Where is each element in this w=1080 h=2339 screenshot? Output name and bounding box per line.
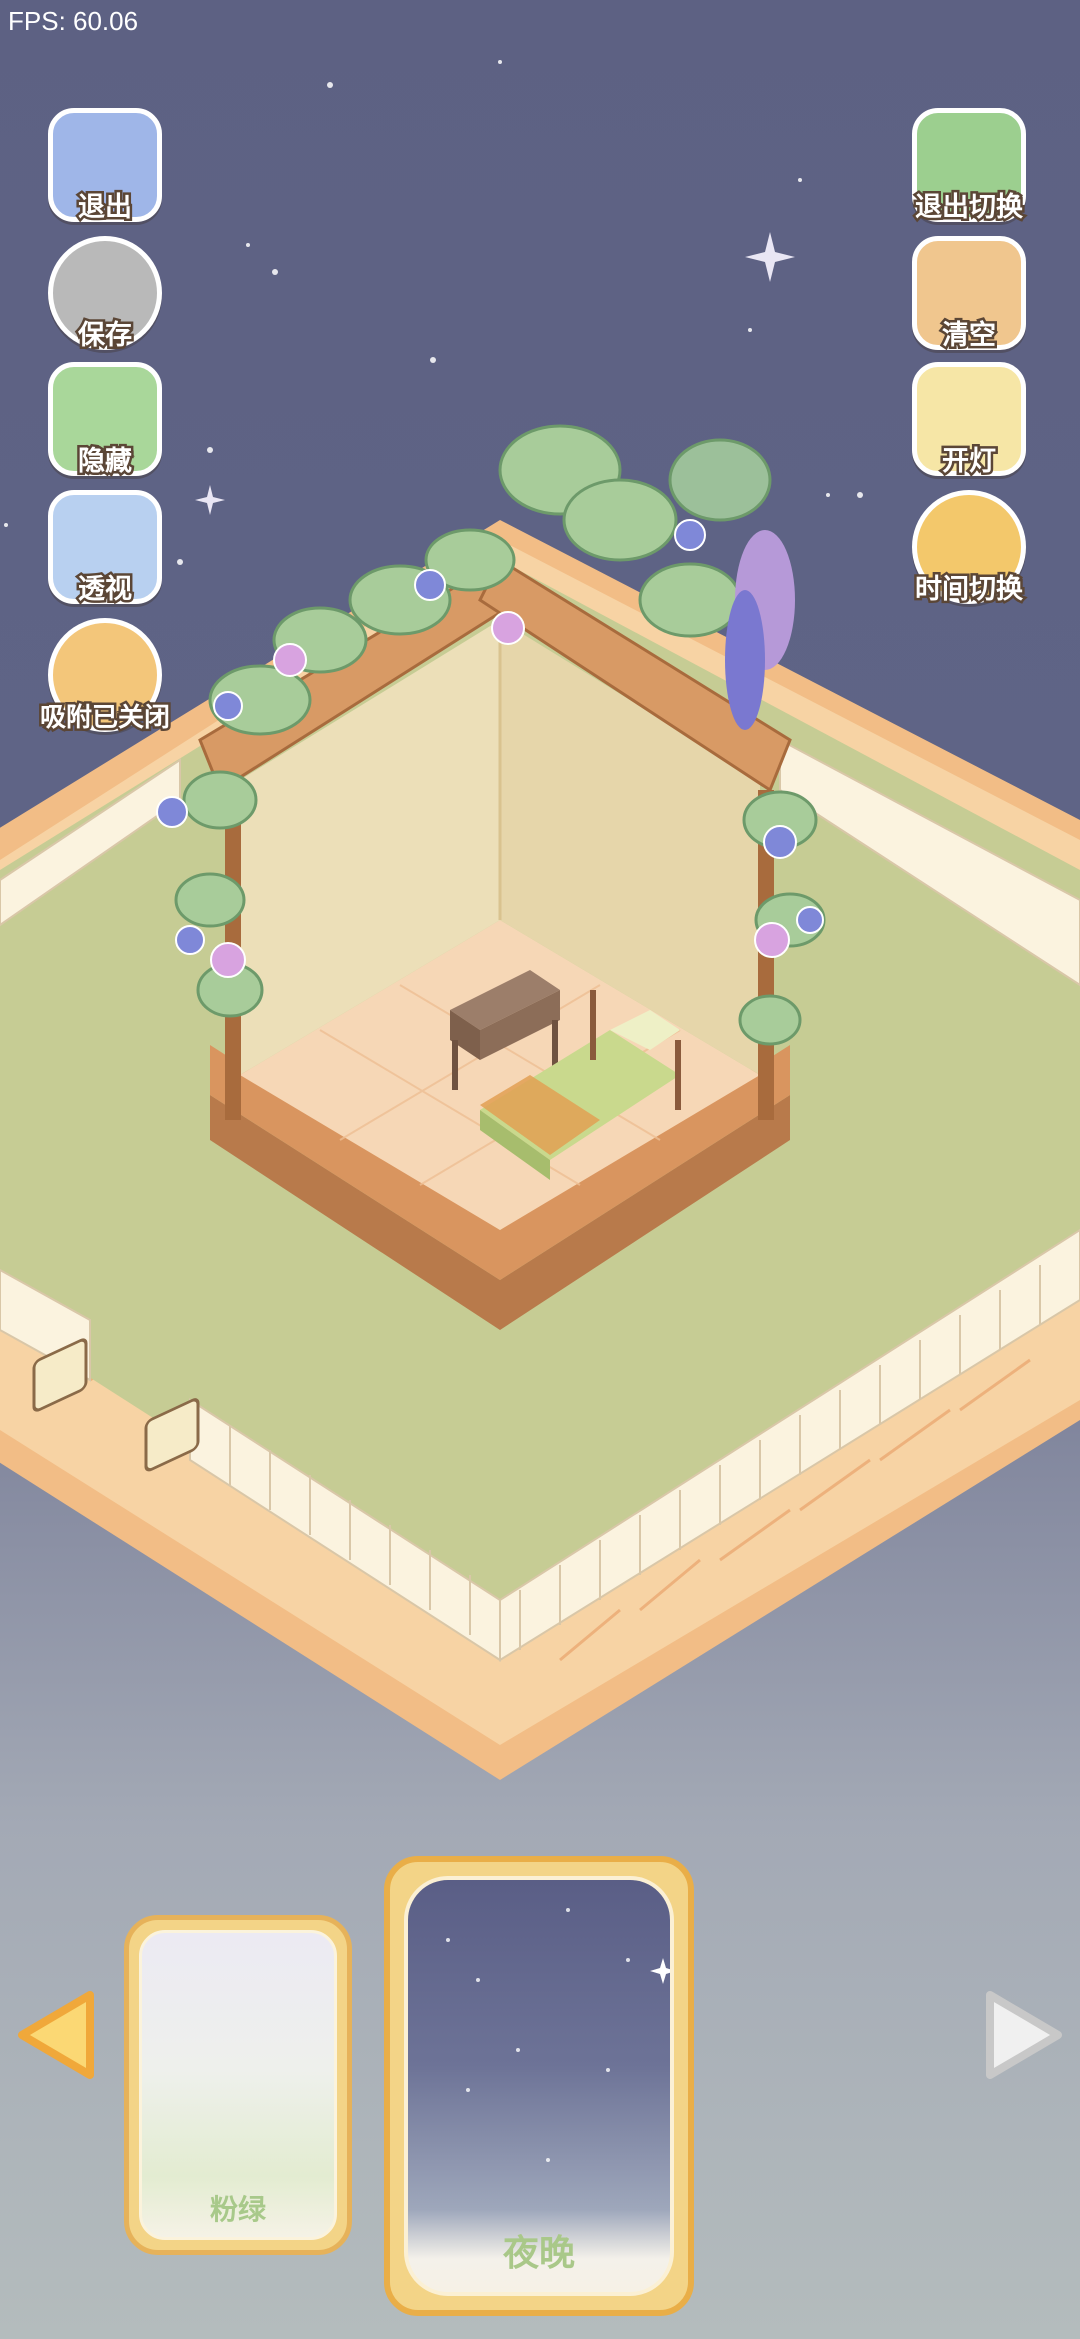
save-label: 保存 [76, 318, 135, 354]
hide-label: 隐藏 [76, 444, 135, 480]
clear-label: 清空 [940, 318, 999, 354]
snap-toggle-button[interactable]: 吸附已关闭 [37, 610, 173, 740]
clear-button[interactable]: 清空 [904, 228, 1034, 358]
save-button[interactable]: 保存 [40, 228, 170, 358]
time-switch-label: 时间切换 [913, 572, 1026, 608]
exit-switch-button[interactable]: 退出切换 [904, 100, 1034, 230]
theme-name: 粉绿 [209, 2193, 266, 2226]
exit-switch-label: 退出切换 [913, 190, 1026, 226]
prev-theme-arrow-icon[interactable] [10, 1985, 100, 2085]
time-switch-button[interactable]: 时间切换 [904, 482, 1034, 612]
theme-card-night[interactable]: 夜晚 [384, 1856, 694, 2316]
exit-button[interactable]: 退出 [40, 100, 170, 230]
theme-name-selected: 夜晚 [502, 2233, 575, 2274]
exit-label: 退出 [76, 190, 135, 226]
perspective-label: 透视 [76, 572, 135, 608]
next-theme-arrow-icon[interactable] [980, 1985, 1070, 2085]
hide-button[interactable]: 隐藏 [40, 354, 170, 484]
light-button[interactable]: 开灯 [904, 354, 1034, 484]
snap-label: 吸附已关闭 [37, 701, 172, 736]
light-label: 开灯 [940, 444, 999, 480]
perspective-button[interactable]: 透视 [40, 482, 170, 612]
theme-card-pink-green[interactable]: 粉绿 [124, 1915, 352, 2255]
